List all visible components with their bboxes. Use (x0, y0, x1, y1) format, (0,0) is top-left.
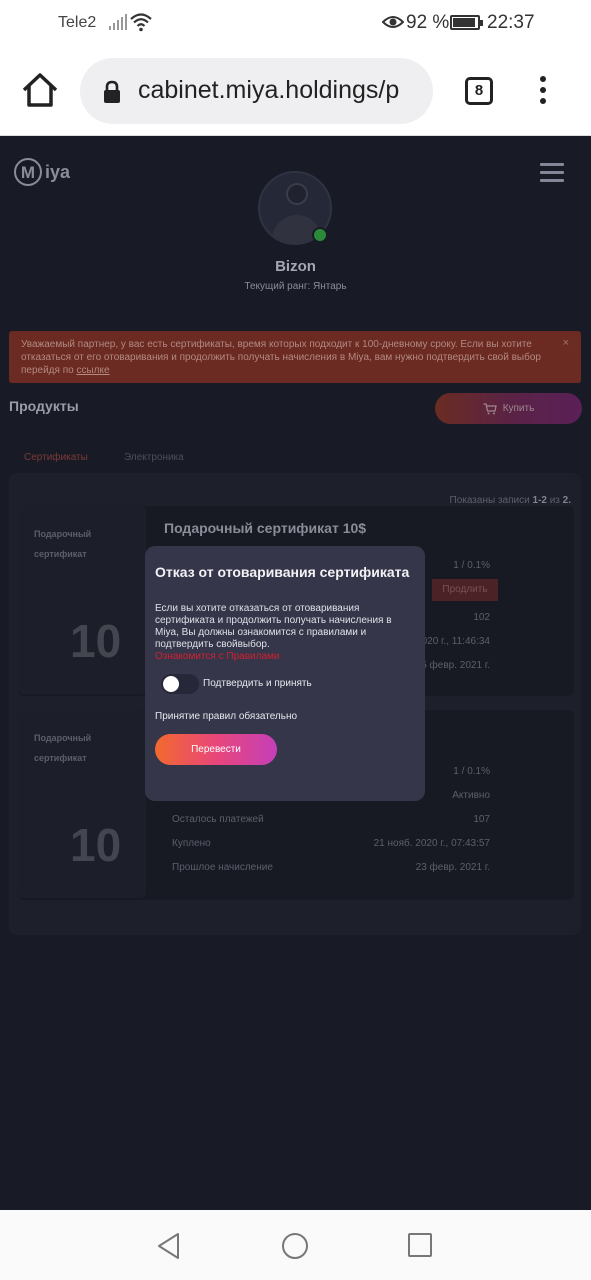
gift-number: 10 (70, 615, 122, 667)
browser-toolbar: cabinet.miya.holdings/p 8 (0, 46, 591, 136)
confirm-toggle[interactable] (161, 674, 199, 694)
carrier-label: Tele2 (58, 14, 97, 31)
modal-title: Отказ от отоваривания сертификата (155, 564, 410, 580)
back-icon[interactable] (156, 1232, 182, 1260)
card-row: Осталось платежей 107 (172, 814, 490, 825)
rules-link[interactable]: Ознакомится с Правилами (155, 651, 279, 662)
cart-icon (483, 402, 497, 414)
tab-switcher-button[interactable]: 8 (465, 77, 493, 105)
gift-certificate-thumb: Подарочный сертификат 10 (18, 710, 146, 898)
signal-icon (109, 14, 127, 30)
card-row: Куплено 21 нояб. 2020 г., 07:43:57 (172, 838, 490, 849)
alert-link[interactable]: ссылке (76, 365, 109, 376)
home-circle-icon[interactable] (281, 1232, 309, 1260)
toggle-knob (163, 676, 179, 692)
tab-certificates[interactable]: Сертификаты (24, 452, 88, 463)
page-content: M iya Bizon Текущий ранг: Янтарь Уважаем… (0, 136, 591, 1210)
battery-percent: 92 % (406, 12, 450, 33)
extend-button[interactable]: Продлить (432, 579, 498, 601)
miya-logo[interactable]: M iya (14, 158, 70, 186)
menu-dots-icon[interactable] (540, 76, 548, 108)
avatar-badge-icon (286, 183, 308, 205)
alert-close-icon[interactable]: × (563, 337, 569, 350)
required-note: Принятие правил обязательно (155, 711, 298, 722)
records-count: Показаны записи 1-2 из 2. (449, 495, 571, 506)
card-title: Подарочный сертификат 10$ (164, 520, 367, 536)
username: Bizon (275, 258, 316, 275)
buy-button[interactable]: Купить (435, 393, 582, 424)
card-row: Прошлое начисление 23 февр. 2021 г. (172, 862, 490, 873)
tab-electronics[interactable]: Электроника (124, 452, 184, 463)
recents-icon[interactable] (407, 1232, 433, 1258)
logo-text: iya (45, 161, 71, 182)
gift-label: Подарочный сертификат (34, 733, 92, 763)
hamburger-icon[interactable] (540, 163, 564, 183)
clock: 22:37 (487, 12, 535, 33)
gift-number: 10 (70, 819, 122, 871)
logo-mark: M (14, 158, 42, 186)
address-bar[interactable]: cabinet.miya.holdings/p (80, 58, 433, 124)
system-nav-bar (0, 1210, 591, 1280)
modal-text: Если вы хотите отказаться от отоваривани… (155, 603, 392, 650)
home-icon[interactable] (20, 72, 60, 108)
eye-comfort-icon (382, 16, 404, 28)
confirm-toggle-label: Подтвердить и принять (203, 678, 312, 689)
online-status-dot (312, 227, 328, 243)
url-text[interactable]: cabinet.miya.holdings/p (138, 76, 399, 105)
battery-icon (450, 15, 483, 30)
gift-certificate-thumb: Подарочный сертификат 10 (18, 506, 146, 694)
certificate-alert: Уважаемый партнер, у вас есть сертификат… (9, 331, 581, 383)
status-bar: Tele2 92 % 22:37 (0, 0, 591, 46)
refusal-modal: Отказ от отоваривания сертификата Если в… (145, 546, 425, 801)
transfer-button[interactable]: Перевести (155, 734, 277, 765)
gift-label: Подарочный сертификат (34, 529, 92, 559)
products-title: Продукты (9, 398, 79, 414)
buy-button-label: Купить (502, 403, 535, 414)
wifi-icon (130, 13, 152, 32)
rank-label: Текущий ранг: Янтарь (244, 281, 347, 292)
lock-icon (104, 80, 120, 103)
